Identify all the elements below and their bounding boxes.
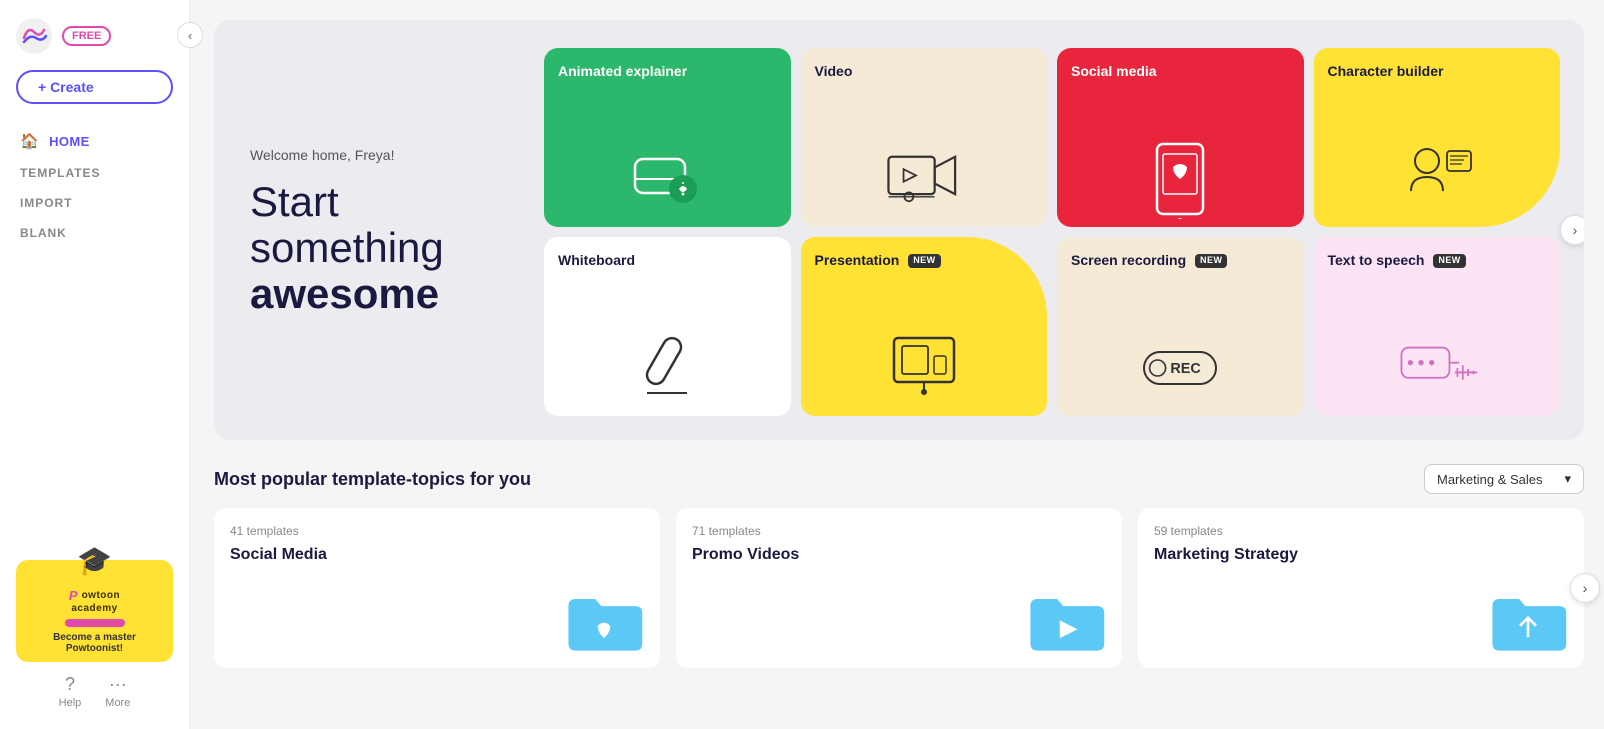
card-character-builder-icon-area (1328, 80, 1547, 227)
social-media-template-name: Social Media (230, 546, 644, 564)
card-social-media-title: Social media (1071, 62, 1290, 80)
rec-button-icon: REC (1140, 328, 1220, 408)
template-grid-next-button[interactable]: › (1570, 573, 1600, 603)
main-content: Welcome home, Freya! Start something awe… (190, 0, 1604, 729)
sidebar-item-home-label: HOME (49, 134, 90, 149)
promo-videos-folder-icon-area (692, 572, 1106, 652)
phone-heart-icon (1140, 139, 1220, 219)
character-builder-svg-icon (1397, 139, 1477, 219)
chat-lightbulb-icon (627, 139, 707, 219)
hero-cards-grid: Animated explainer Video (520, 48, 1560, 416)
card-animated-explainer-icon-area (558, 80, 777, 227)
free-badge: FREE (62, 26, 111, 46)
card-text-to-speech-icon-area (1328, 269, 1547, 416)
hero-title: Start something awesome (250, 179, 520, 318)
video-camera-icon (884, 139, 964, 219)
sidebar-toggle-button[interactable]: ‹ (177, 22, 203, 48)
card-character-builder[interactable]: Character builder (1314, 48, 1561, 227)
hero-carousel-next-button[interactable]: › (1560, 215, 1584, 245)
card-whiteboard-title: Whiteboard (558, 251, 777, 269)
more-icon: ··· (109, 674, 127, 695)
academy-tagline: Become a master Powtoonist! (53, 632, 136, 654)
chevron-down-icon: ▾ (1564, 471, 1571, 487)
sidebar-item-import[interactable]: IMPORT (0, 188, 189, 218)
template-card-social-media[interactable]: 41 templates Social Media (214, 508, 660, 668)
create-button[interactable]: + Create (16, 70, 173, 104)
graduation-hat-icon: 🎓 (77, 544, 112, 577)
sidebar-item-templates[interactable]: TEMPLATES (0, 158, 189, 188)
popular-section-title: Most popular template-topics for you (214, 469, 531, 490)
academy-label: academy (71, 603, 117, 614)
card-text-to-speech-title: Text to speech NEW (1328, 251, 1547, 269)
sidebar-item-home[interactable]: 🏠 HOME (0, 124, 189, 158)
tts-new-badge: NEW (1433, 254, 1465, 268)
sidebar-item-blank[interactable]: BLANK (0, 218, 189, 248)
card-character-builder-title: Character builder (1328, 62, 1547, 80)
hero-left: Welcome home, Freya! Start something awe… (250, 48, 520, 416)
more-label: More (105, 697, 130, 709)
card-presentation[interactable]: Presentation NEW (801, 237, 1048, 416)
marketing-strategy-folder-icon-area (1154, 572, 1568, 652)
card-animated-explainer-title: Animated explainer (558, 62, 777, 80)
powtoon-brand-label: owtoon (82, 590, 121, 601)
pencil-icon (65, 619, 125, 627)
marketing-strategy-template-count: 59 templates (1154, 524, 1568, 538)
sidebar-bottom: 🎓 P owtoon academy Become a master Powto… (0, 560, 189, 719)
help-button[interactable]: ? Help (59, 674, 82, 709)
folder-play-icon (1026, 587, 1106, 652)
template-card-marketing-strategy[interactable]: 59 templates Marketing Strategy (1138, 508, 1584, 668)
welcome-text: Welcome home, Freya! (250, 147, 520, 163)
folder-arrow-icon (1488, 587, 1568, 652)
svg-text:REC: REC (1171, 361, 1201, 377)
social-media-folder-icon-area (230, 572, 644, 652)
presentation-new-badge: NEW (908, 254, 940, 268)
help-icon: ? (65, 674, 75, 695)
powtoon-brand-icon: P (69, 588, 78, 603)
hero-section: Welcome home, Freya! Start something awe… (214, 20, 1584, 440)
marker-icon (627, 328, 707, 408)
sidebar-footer: ? Help ··· More (16, 674, 173, 709)
home-icon: 🏠 (20, 132, 39, 150)
powtoon-logo-icon (16, 18, 52, 54)
presentation-board-icon (884, 328, 964, 408)
promo-videos-template-count: 71 templates (692, 524, 1106, 538)
card-video-icon-area (815, 80, 1034, 227)
topic-filter-dropdown[interactable]: Marketing & Sales ▾ (1424, 464, 1584, 494)
folder-heart-icon (564, 587, 644, 652)
template-card-promo-videos[interactable]: 71 templates Promo Videos (676, 508, 1122, 668)
academy-card[interactable]: 🎓 P owtoon academy Become a master Powto… (16, 560, 173, 662)
card-social-media-icon-area (1071, 80, 1290, 227)
card-video-title: Video (815, 62, 1034, 80)
help-label: Help (59, 697, 82, 709)
card-social-media[interactable]: Social media (1057, 48, 1304, 227)
dropdown-value: Marketing & Sales (1437, 472, 1543, 487)
popular-section-header: Most popular template-topics for you Mar… (214, 464, 1584, 494)
card-whiteboard-icon-area (558, 269, 777, 416)
card-screen-recording-icon-area: REC (1071, 269, 1290, 416)
card-screen-recording-title: Screen recording NEW (1071, 251, 1290, 269)
card-text-to-speech[interactable]: Text to speech NEW (1314, 237, 1561, 416)
logo-area: FREE (0, 18, 127, 70)
card-video[interactable]: Video (801, 48, 1048, 227)
social-media-template-count: 41 templates (230, 524, 644, 538)
marketing-strategy-template-name: Marketing Strategy (1154, 546, 1568, 564)
screen-recording-new-badge: NEW (1195, 254, 1227, 268)
card-presentation-icon-area (815, 269, 1034, 416)
card-whiteboard[interactable]: Whiteboard (544, 237, 791, 416)
more-button[interactable]: ··· More (105, 674, 130, 709)
speech-waveform-icon (1397, 328, 1477, 408)
template-grid: 41 templates Social Media 71 templates P… (214, 508, 1584, 668)
card-screen-recording[interactable]: Screen recording NEW REC (1057, 237, 1304, 416)
card-presentation-title: Presentation NEW (815, 251, 1034, 269)
sidebar: FREE ‹ + Create 🏠 HOME TEMPLATES IMPORT … (0, 0, 190, 729)
promo-videos-template-name: Promo Videos (692, 546, 1106, 564)
card-animated-explainer[interactable]: Animated explainer (544, 48, 791, 227)
